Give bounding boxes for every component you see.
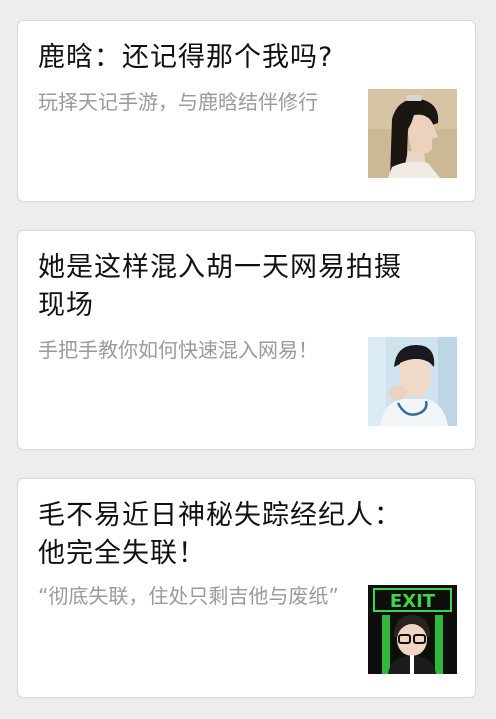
article-summary: 手把手教你如何快速混入网易！ [38, 338, 318, 362]
actor-portrait-thumbnail [368, 337, 457, 426]
article-summary: “彻底失联，住处只剩吉他与废纸” [38, 584, 339, 608]
exit-sign-portrait-thumbnail: EXIT [368, 585, 457, 674]
article-card-2[interactable]: 她是这样混入胡一天网易拍摄现场 手把手教你如何快速混入网易！ [17, 230, 476, 450]
article-title: 鹿晗：还记得那个我吗? [38, 42, 334, 73]
article-card-3[interactable]: 毛不易近日神秘失踪经纪人：他完全失联！ “彻底失联，住处只剩吉他与废纸” EXI… [17, 478, 476, 698]
article-title: 毛不易近日神秘失踪经纪人：他完全失联！ [38, 500, 402, 569]
exit-sign-text: EXIT [390, 591, 436, 612]
article-summary: 玩择天记手游，与鹿晗结伴修行 [38, 90, 318, 114]
article-title: 她是这样混入胡一天网易拍摄现场 [38, 252, 402, 321]
article-card-1[interactable]: 鹿晗：还记得那个我吗? 玩择天记手游，与鹿晗结伴修行 [17, 20, 476, 202]
costume-portrait-thumbnail [368, 89, 457, 178]
